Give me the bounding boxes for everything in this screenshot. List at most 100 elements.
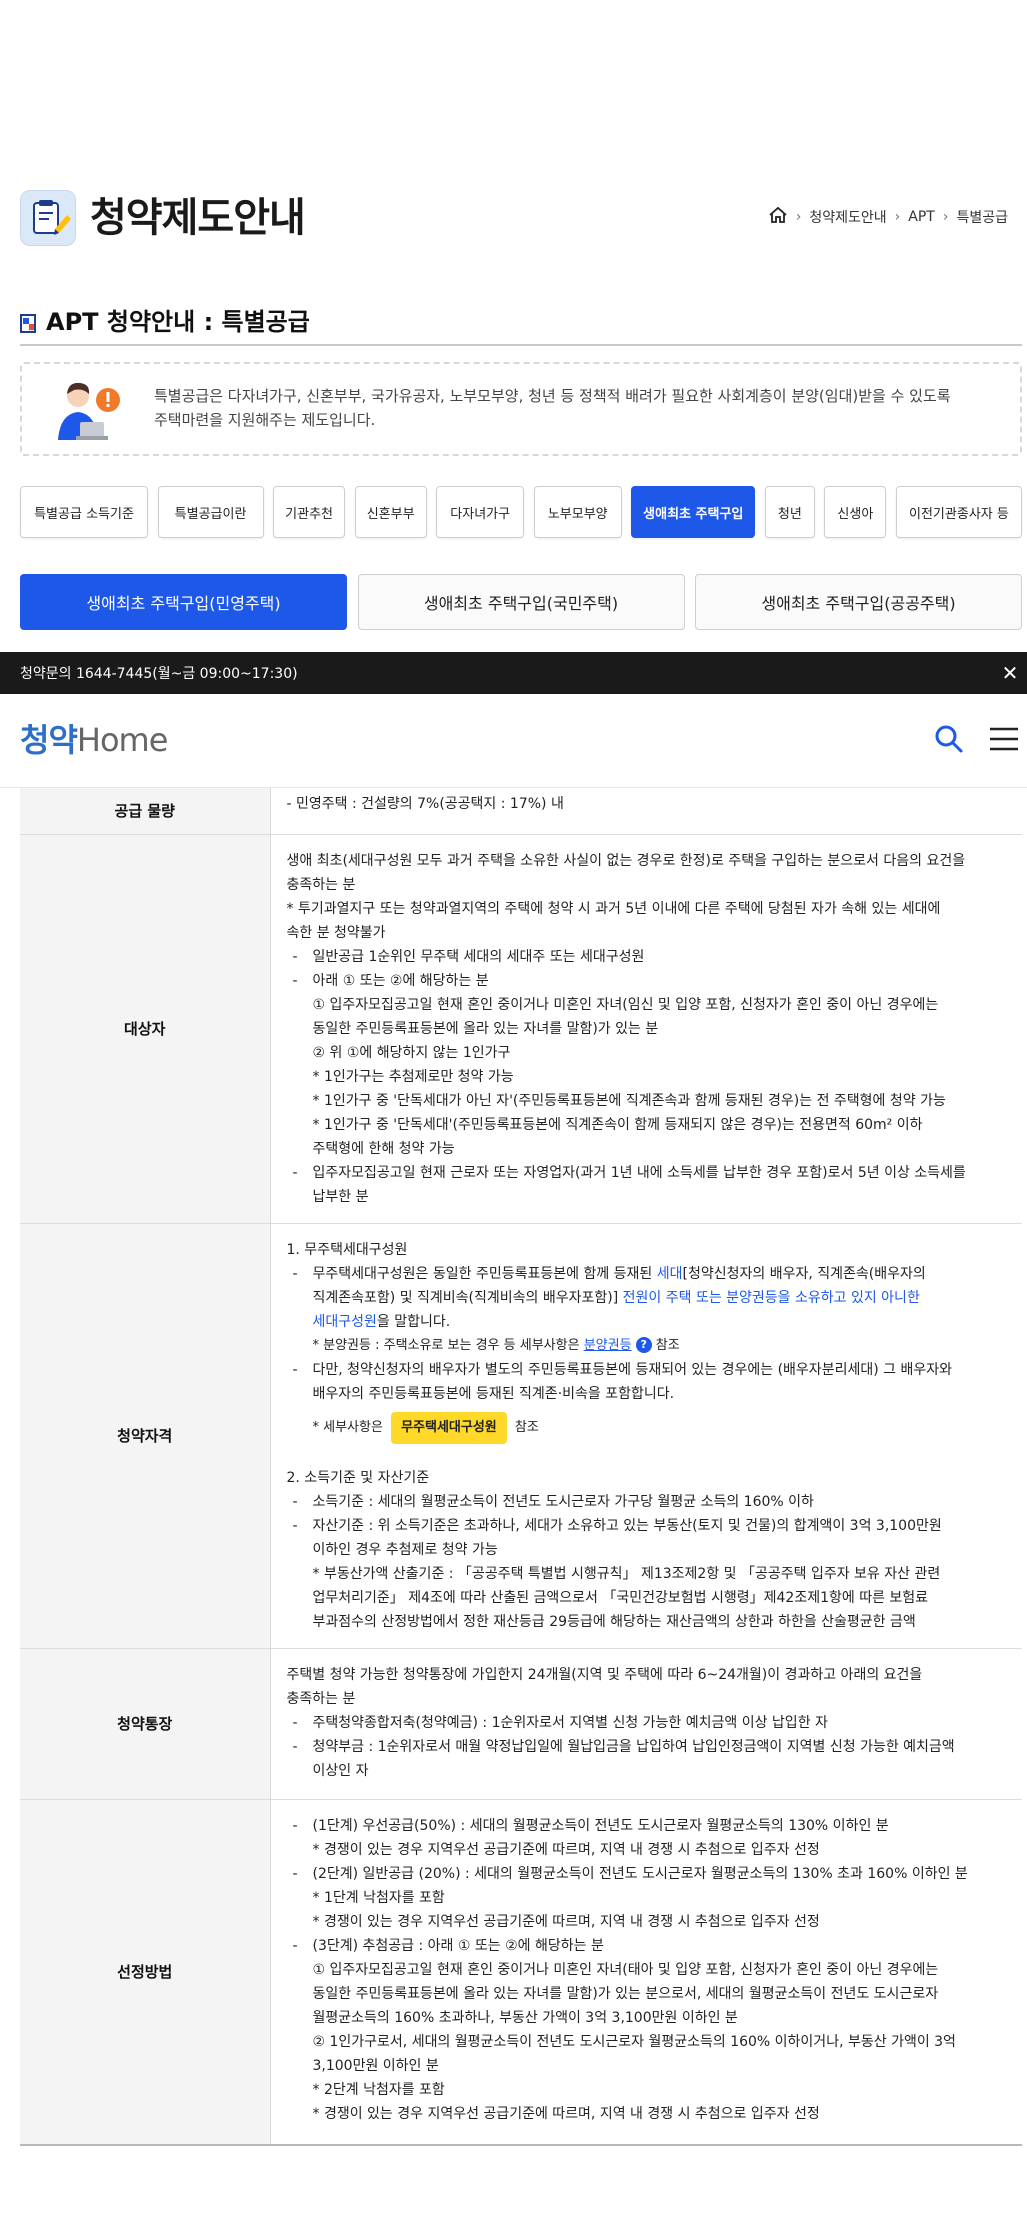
text-line: * 2단계 낙첨자를 포함 — [312, 2081, 445, 2098]
subtab-private-housing[interactable]: 생애최초 주택구입(민영주택) — [20, 574, 347, 630]
bullet-item: - 다만, 청약신청자의 배우자가 별도의 주민등록표등본에 등재되어 있는 경우… — [292, 1361, 952, 1378]
tab-elderly-parents[interactable]: 노부모부양 — [533, 486, 622, 538]
breadcrumb-item[interactable]: 특별공급 — [956, 207, 1008, 227]
text-line: * 경쟁이 있는 경우 지역우선 공급기준에 따르며, 지역 내 경쟁 시 추첨… — [312, 1913, 820, 1930]
row-content-account: 주택별 청약 가능한 청약통장에 가입한지 24개월(지역 및 주택에 따라 6… — [270, 1648, 1022, 1800]
tab-first-home[interactable]: 생애최초 주택구입 — [631, 486, 756, 538]
home-icon[interactable] — [768, 206, 788, 228]
bullet-text: 청약부금 : 1순위자로서 매월 약정납입일에 월납입금을 납입하여 납입인정금… — [312, 1738, 955, 1755]
text-line: * 1인가구 중 '단독세대가 아닌 자'(주민등록표등본에 직계존속과 함께 … — [312, 1092, 946, 1109]
category-tabs: 특별공급 소득기준 특별공급이란 기관추천 신혼부부 다자녀가구 노부모부양 생… — [20, 486, 1022, 538]
chevron-right-icon: › — [942, 209, 949, 225]
bullet-item: - (2단계) 일반공급 (20%) : 세대의 월평균소득이 전년도 도시근로자… — [292, 1865, 968, 1882]
text-line: 이상인 자 — [312, 1762, 369, 1779]
close-icon[interactable]: ✕ — [999, 662, 1021, 684]
bullet-item: - 소득기준 : 세대의 월평균소득이 전년도 도시근로자 가구당 월평균 소득의… — [292, 1493, 814, 1510]
row-header-account: 청약통장 — [20, 1648, 271, 1800]
table-row: 청약자격 1. 무주택세대구성원 - 무주택세대구성원은 동일한 주민등록표등본에… — [20, 1223, 1022, 1649]
note-line: * 세부사항은 무주택세대구성원 참조 — [287, 1411, 1007, 1444]
text-line: 동일한 주민등록표등본에 올라 있는 자녀를 말함)가 있는 분으로서, 세대의… — [312, 1985, 939, 2002]
text-line: - 민영주택 : 건설량의 7%(공공택지 : 17%) 내 — [286, 796, 564, 812]
intro-box: 특별공급은 다자녀가구, 신혼부부, 국가유공자, 노부모부양, 청년 등 정책… — [20, 362, 1022, 456]
bullet-item: - 청약부금 : 1순위자로서 매월 약정납입일에 월납입금을 납입하여 납입인정… — [292, 1738, 955, 1755]
bullet-text: 무주택세대구성원은 동일한 주민등록표등본에 함께 등재된 — [312, 1265, 657, 1282]
text-line: * 1단계 낙첨자를 포함 — [312, 1889, 445, 1906]
subtab-public-housing[interactable]: 생애최초 주택구입(공공주택) — [695, 574, 1022, 630]
site-header: 청약Home — [0, 694, 1027, 788]
section-header: APT 청약안내 : 특별공급 — [20, 306, 1022, 346]
plain-text: 참조 — [651, 1337, 680, 1353]
chevron-right-icon: › — [894, 209, 901, 225]
tab-youth[interactable]: 청년 — [764, 486, 815, 538]
presale-rights-link[interactable]: 분양권등 — [584, 1338, 632, 1353]
row-header-qualification: 청약자격 — [20, 1223, 271, 1649]
tab-special-supply[interactable]: 특별공급이란 — [157, 486, 264, 538]
plain-text: * 세부사항은 — [312, 1419, 388, 1435]
help-icon[interactable]: ? — [635, 1337, 652, 1353]
text-line: 3,100만원 이하인 분 — [312, 2057, 439, 2074]
site-logo[interactable]: 청약Home — [20, 720, 168, 760]
table-row: 대상자 생애 최초(세대구성원 모두 과거 주택을 소유한 사실이 없는 경우로… — [20, 834, 1022, 1224]
text-line: * 1인가구는 추첨제로만 청약 가능 — [312, 1068, 514, 1085]
note-line: * 분양권등 : 주택소유로 보는 경우 등 세부사항은 분양권등 ? 참조 — [287, 1334, 1007, 1358]
bullet-text: (1단계) 우선공급(50%) : 세대의 월평균소득이 전년도 도시근로자 월… — [312, 1817, 889, 1834]
text-line: 직계존속포함) 및 직계비속(직계비속의 배우자포함)] 전원이 주택 또는 분… — [287, 1286, 1007, 1310]
row-header-supply: 공급 물량 — [20, 788, 271, 835]
tab-newborn[interactable]: 신생아 — [824, 486, 887, 538]
text-line: 업무처리기준」 제4조에 따라 산출된 금액으로서 「국민건강보험법 시행령」제… — [312, 1589, 929, 1606]
tab-multi-child[interactable]: 다자녀가구 — [436, 486, 525, 538]
logo-part: 청약 — [20, 721, 78, 759]
plain-text: 참조 — [510, 1419, 539, 1435]
text-line: 이하인 경우 추첨제로 청약 가능 — [312, 1541, 498, 1558]
text-line: * 투기과열지구 또는 청약과열지역의 주택에 청약 시 과거 5년 이내에 다… — [286, 900, 941, 917]
text-line: * 경쟁이 있는 경우 지역우선 공급기준에 따르며, 지역 내 경쟁 시 추첨… — [312, 1841, 820, 1858]
guide-document-icon — [20, 190, 76, 246]
intro-line: 특별공급은 다자녀가구, 신혼부부, 국가유공자, 노부모부양, 청년 등 정책… — [154, 387, 951, 405]
row-content-method: - (1단계) 우선공급(50%) : 세대의 월평균소득이 전년도 도시근로자 … — [270, 1799, 1022, 2146]
bullet-text: 주택청약종합저축(청약예금) : 1순위자로서 지역별 신청 가능한 예치금액 … — [312, 1714, 828, 1731]
text-line: 속한 분 청약불가 — [286, 924, 386, 941]
breadcrumb: › 청약제도안내 › APT › 특별공급 — [768, 206, 1008, 228]
homeless-household-button[interactable]: 무주택세대구성원 — [391, 1411, 507, 1444]
bullet-item: - 아래 ① 또는 ②에 해당하는 분 — [292, 972, 489, 989]
text-line: 충족하는 분 — [286, 876, 356, 893]
text-line: * 경쟁이 있는 경우 지역우선 공급기준에 따르며, 지역 내 경쟁 시 추첨… — [312, 2105, 820, 2122]
text-line: 주택형에 한해 청약 가능 — [312, 1140, 455, 1157]
contact-banner: 청약문의 1644-7445(월~금 09:00~17:30) ✕ — [0, 652, 1027, 694]
search-icon[interactable] — [934, 724, 964, 754]
breadcrumb-item[interactable]: APT — [908, 209, 935, 225]
sub-tabs: 생애최초 주택구입(민영주택) 생애최초 주택구입(국민주택) 생애최초 주택구… — [20, 574, 1022, 630]
bullet-item: - 주택청약종합저축(청약예금) : 1순위자로서 지역별 신청 가능한 예치금액… — [292, 1714, 828, 1731]
tab-agency-recommend[interactable]: 기관추천 — [273, 486, 346, 538]
text-line: 세대구성원을 말합니다. — [287, 1310, 1007, 1334]
tab-income-standard[interactable]: 특별공급 소득기준 — [20, 486, 148, 538]
text-line: * 1인가구 중 '단독세대'(주민등록표등본에 직계존속이 함께 등재되지 않… — [312, 1116, 923, 1133]
subheading: 1. 무주택세대구성원 — [286, 1241, 408, 1258]
text-line: ② 1인가구로서, 세대의 월평균소득이 전년도 도시근로자 월평균소득의 16… — [312, 2033, 956, 2050]
text-line: ① 입주자모집공고일 현재 혼인 중이거나 미혼인 자녀(태아 및 입양 포함,… — [312, 1961, 939, 1978]
bullet-item: - (3단계) 추첨공급 : 아래 ① 또는 ②에 해당하는 분 — [292, 1937, 604, 1954]
bullet-text: [청약신청자의 배우자, 직계존속(배우자의 — [682, 1265, 926, 1282]
hamburger-menu-icon[interactable] — [988, 724, 1020, 754]
text-line: ① 입주자모집공고일 현재 혼인 중이거나 미혼인 자녀(임신 및 입양 포함,… — [312, 996, 939, 1013]
info-table: 공급 물량 - 민영주택 : 건설량의 7%(공공택지 : 17%) 내 대상자… — [20, 788, 1022, 2146]
breadcrumb-item[interactable]: 청약제도안내 — [809, 207, 886, 227]
bullet-text: 소득기준 : 세대의 월평균소득이 전년도 도시근로자 가구당 월평균 소득의 … — [312, 1493, 814, 1510]
section-title: APT 청약안내 : 특별공급 — [46, 308, 310, 336]
text-line: 납부한 분 — [312, 1188, 369, 1205]
row-content-qualification: 1. 무주택세대구성원 - 무주택세대구성원은 동일한 주민등록표등본에 함께 등… — [270, 1223, 1022, 1649]
table-row: 공급 물량 - 민영주택 : 건설량의 7%(공공택지 : 17%) 내 — [20, 788, 1022, 835]
row-content-supply: - 민영주택 : 건설량의 7%(공공택지 : 17%) 내 — [270, 788, 1022, 835]
bullet-item: - 일반공급 1순위인 무주택 세대의 세대주 또는 세대구성원 — [292, 948, 645, 965]
highlight-text: 세대구성원 — [312, 1313, 377, 1330]
bullet-text: 자산기준 : 위 소득기준은 초과하나, 세대가 소유하고 있는 부동산(토지 … — [312, 1517, 942, 1534]
row-content-target: 생애 최초(세대구성원 모두 과거 주택을 소유한 사실이 없는 경우로 한정)… — [270, 834, 1022, 1224]
bullet-text: 일반공급 1순위인 무주택 세대의 세대주 또는 세대구성원 — [312, 948, 645, 965]
bullet-text: 아래 ① 또는 ②에 해당하는 분 — [312, 972, 489, 989]
tab-newlyweds[interactable]: 신혼부부 — [354, 486, 427, 538]
page-title: 청약제도안내 — [90, 195, 306, 241]
tab-relocated-agency[interactable]: 이전기관종사자 등 — [895, 486, 1022, 538]
row-header-method: 선정방법 — [20, 1799, 271, 2146]
subtab-national-housing[interactable]: 생애최초 주택구입(국민주택) — [357, 574, 685, 630]
text-line: 생애 최초(세대구성원 모두 과거 주택을 소유한 사실이 없는 경우로 한정)… — [286, 852, 966, 869]
